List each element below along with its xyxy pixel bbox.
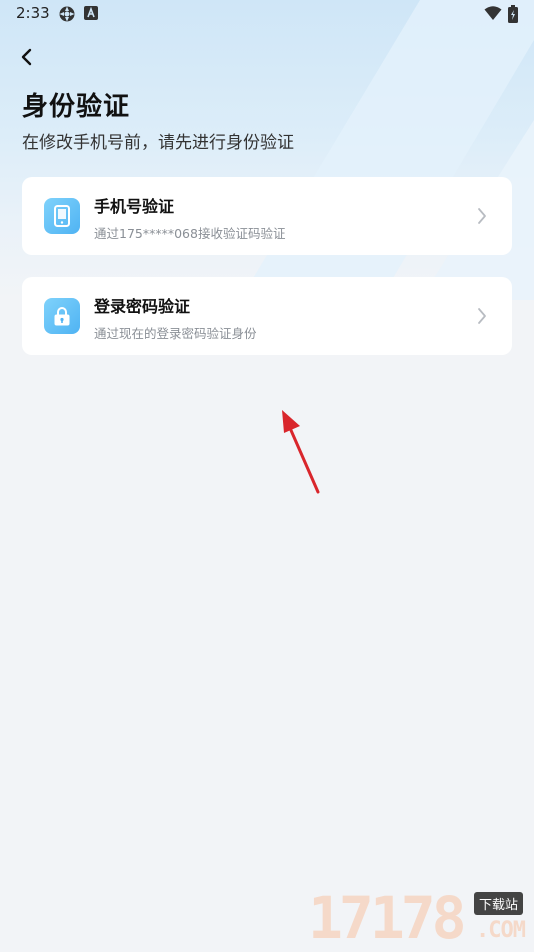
page-subtitle: 在修改手机号前，请先进行身份验证	[22, 133, 294, 153]
battery-icon	[508, 5, 518, 27]
watermark-number: 17178	[308, 884, 467, 952]
back-button[interactable]	[12, 42, 42, 72]
option-description: 通过175*****068接收验证码验证	[94, 226, 286, 241]
gear-status-icon	[58, 5, 76, 27]
notification-a-icon	[84, 5, 98, 24]
chevron-left-icon	[21, 48, 32, 66]
wifi-icon	[484, 5, 502, 25]
watermark-tag: 下载站	[474, 892, 524, 915]
watermark-logo: 17178 下载站 .COM	[306, 886, 534, 950]
page-title: 身份验证	[22, 92, 131, 122]
phone-icon	[44, 198, 80, 234]
annotation-arrow-icon	[282, 410, 320, 494]
phone-verification-option[interactable]: 手机号验证 通过175*****068接收验证码验证	[22, 177, 512, 255]
status-time: 2:33	[16, 4, 50, 22]
option-title: 手机号验证	[94, 197, 175, 216]
option-description: 通过现在的登录密码验证身份	[94, 326, 257, 341]
watermark-suffix: .COM	[476, 918, 526, 943]
option-title: 登录密码验证	[94, 297, 191, 316]
status-bar: 2:33	[0, 0, 534, 28]
lock-icon	[44, 298, 80, 334]
chevron-right-icon	[478, 208, 486, 224]
password-verification-option[interactable]: 登录密码验证 通过现在的登录密码验证身份	[22, 277, 512, 355]
chevron-right-icon	[478, 308, 486, 324]
